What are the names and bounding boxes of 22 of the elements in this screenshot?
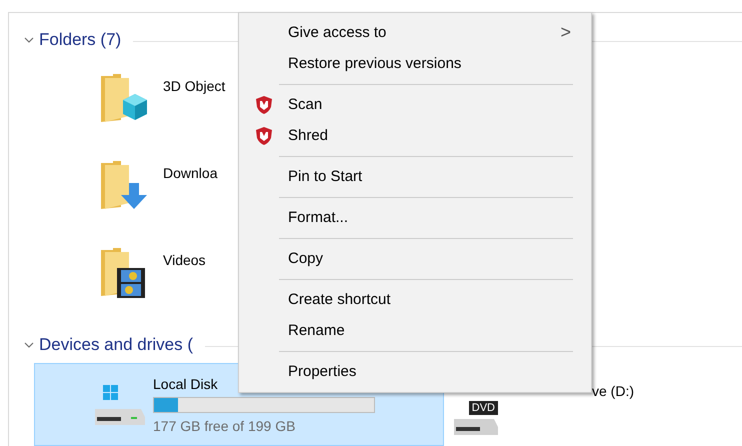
menu-item[interactable]: Pin to Start <box>239 161 591 192</box>
folder-label[interactable]: Downloa <box>163 165 218 181</box>
menu-item[interactable]: Restore previous versions <box>239 48 591 79</box>
menu-item[interactable]: Scan <box>239 89 591 120</box>
menu-item[interactable]: Shred <box>239 120 591 151</box>
drive-label: ve (D:) <box>592 383 634 399</box>
folder-download-icon[interactable] <box>99 159 149 211</box>
free-space-text: 177 GB free of 199 GB <box>153 418 296 434</box>
menu-item[interactable]: Format... <box>239 202 591 233</box>
menu-item[interactable]: Give access to > <box>239 17 591 48</box>
folder-cube-icon[interactable] <box>99 72 149 124</box>
folder-label[interactable]: 3D Object <box>163 78 226 94</box>
section-title[interactable]: Devices and drives ( <box>39 335 194 355</box>
folder-label[interactable]: Videos <box>163 252 206 268</box>
menu-item[interactable]: Copy <box>239 243 591 274</box>
drive-label: Local Disk <box>153 376 219 392</box>
shield-icon <box>255 95 273 115</box>
menu-item[interactable]: Rename <box>239 315 591 346</box>
submenu-arrow-icon: > <box>560 22 571 43</box>
menu-item[interactable]: Create shortcut <box>239 284 591 315</box>
section-title[interactable]: Folders (7) <box>39 30 122 50</box>
shield-icon <box>255 126 273 146</box>
